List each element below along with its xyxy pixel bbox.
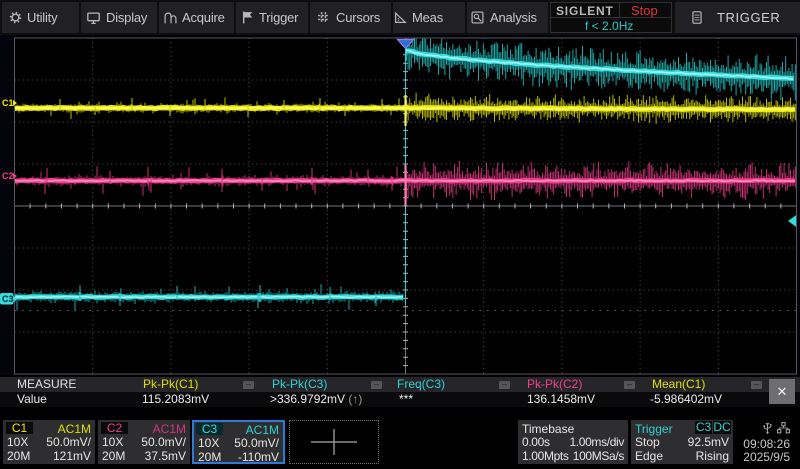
svg-text:C2: C2 bbox=[2, 171, 14, 181]
svg-text:C3: C3 bbox=[2, 294, 14, 304]
svg-text:C1: C1 bbox=[2, 98, 14, 108]
